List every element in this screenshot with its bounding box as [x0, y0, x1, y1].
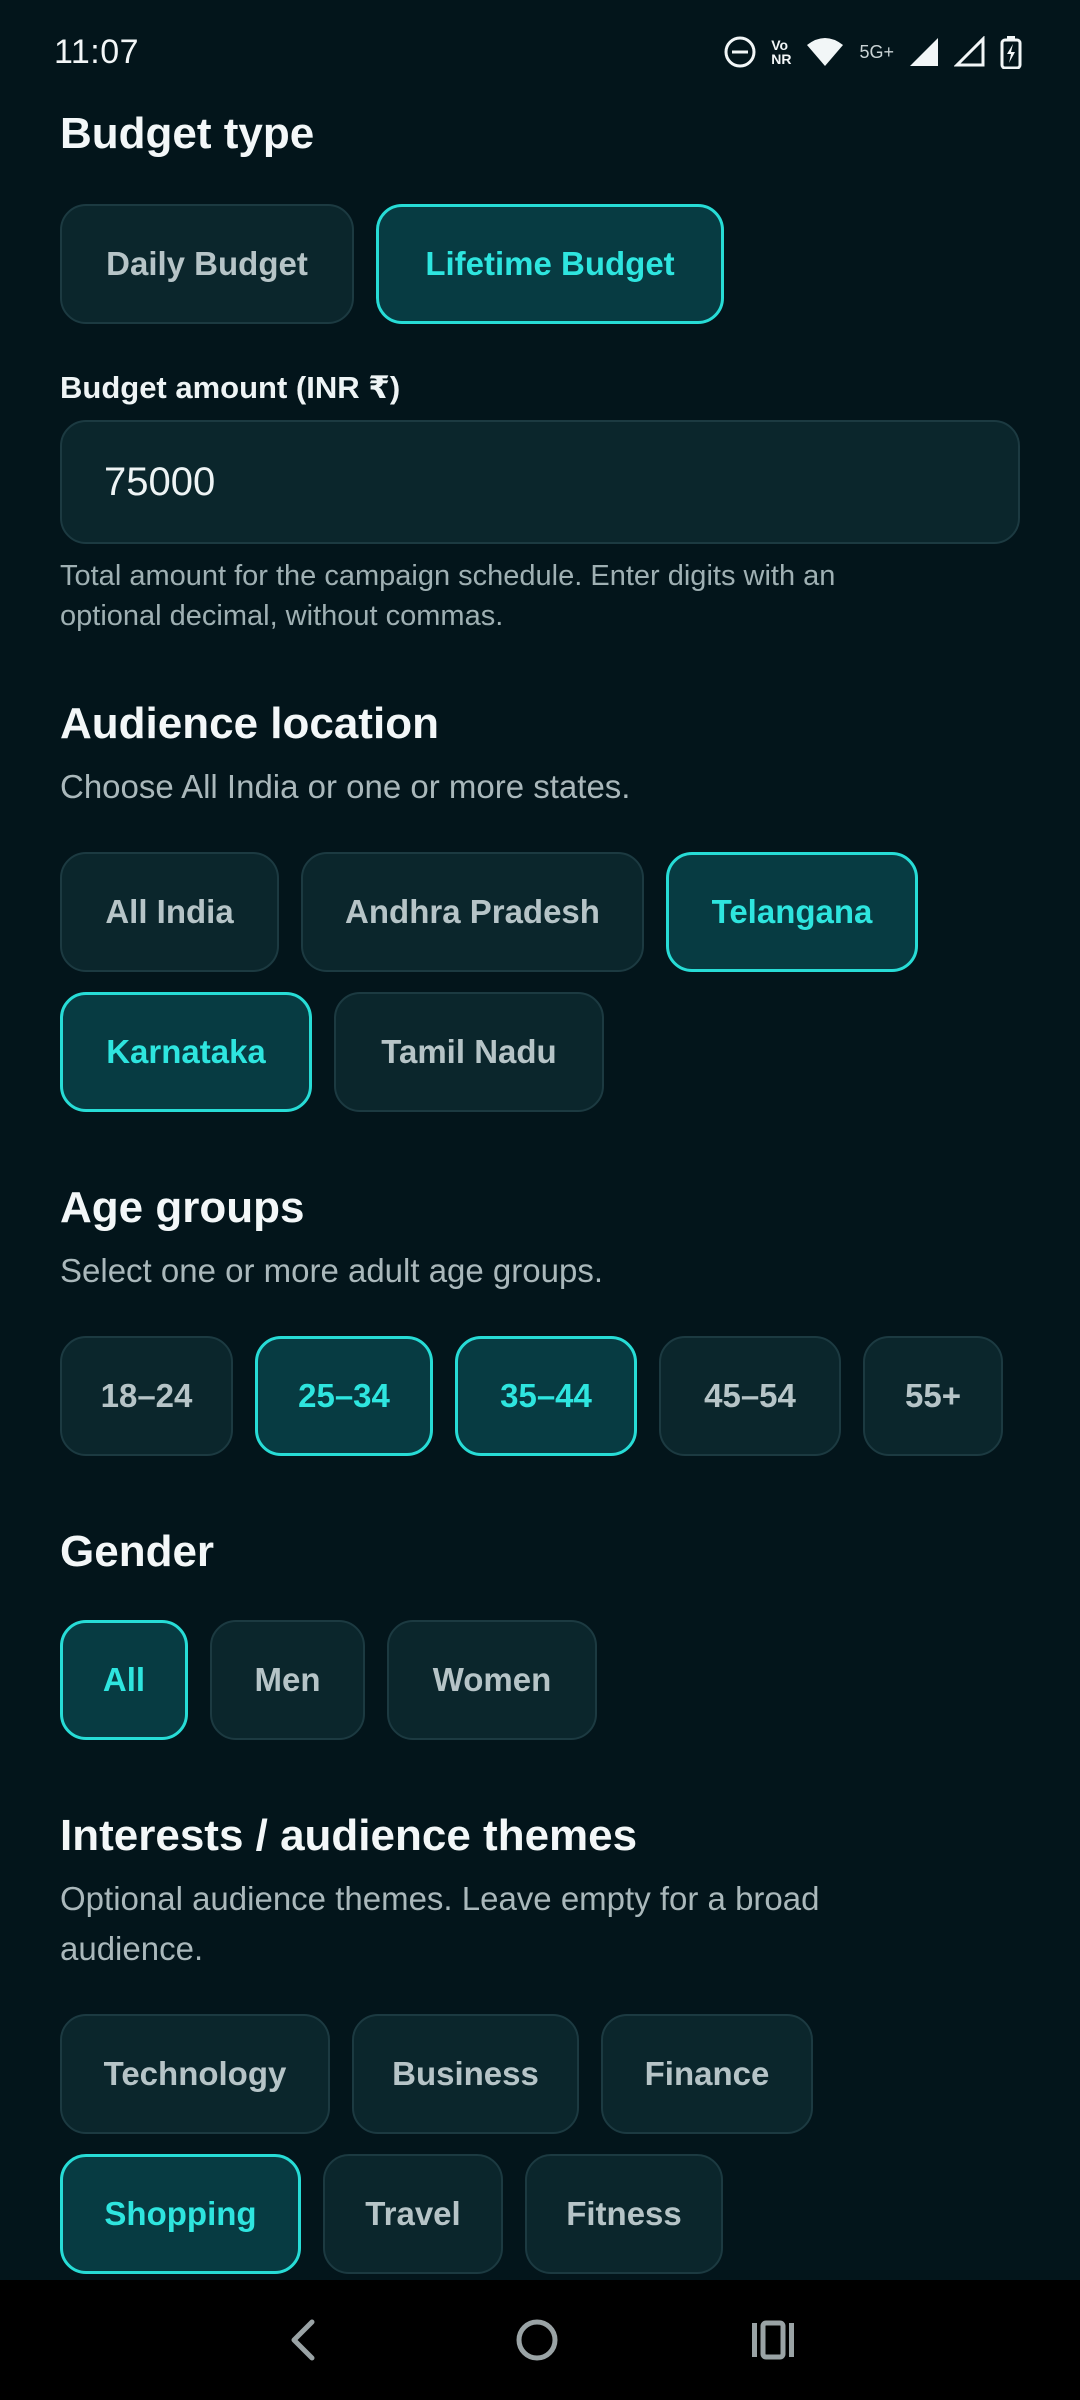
signal-icon-2 — [954, 36, 986, 68]
status-icons: Vo NR 5G+ — [723, 35, 1022, 69]
chip-gender-men[interactable]: Men — [210, 1620, 365, 1740]
age-group-options: 18–24 25–34 35–44 45–54 55+ — [60, 1336, 1020, 1456]
vonr-top-text: Vo — [771, 37, 789, 53]
interests-title: Interests / audience themes — [60, 1811, 638, 1860]
chip-interest-technology[interactable]: Technology — [60, 2014, 330, 2134]
budget-amount-helper-1: Total amount for the campaign schedule. … — [60, 560, 836, 592]
age-groups-title: Age groups — [60, 1183, 305, 1232]
budget-amount-input[interactable]: 75000 — [60, 420, 1020, 544]
do-not-disturb-icon — [723, 35, 757, 69]
chip-interest-business[interactable]: Business — [352, 2014, 579, 2134]
interests-helper-1: Optional audience themes. Leave empty fo… — [60, 1880, 820, 1917]
home-icon[interactable] — [514, 2317, 560, 2363]
chip-age-35-44[interactable]: 35–44 — [455, 1336, 637, 1456]
chip-daily-budget[interactable]: Daily Budget — [60, 204, 354, 324]
chip-gender-all[interactable]: All — [60, 1620, 188, 1740]
chip-tamil-nadu[interactable]: Tamil Nadu — [334, 992, 604, 1112]
wifi-icon — [805, 36, 845, 68]
vonr-bottom-text: NR — [771, 51, 792, 67]
chip-age-18-24[interactable]: 18–24 — [60, 1336, 233, 1456]
status-time: 11:07 — [54, 32, 140, 71]
chip-interest-shopping[interactable]: Shopping — [60, 2154, 301, 2274]
recent-apps-icon[interactable] — [750, 2319, 796, 2361]
chip-andhra-pradesh[interactable]: Andhra Pradesh — [301, 852, 644, 972]
interests-helper-2: audience. — [60, 1930, 204, 1967]
chip-all-india[interactable]: All India — [60, 852, 279, 972]
budget-amount-helper-2: optional decimal, without commas. — [60, 600, 504, 632]
chip-telangana[interactable]: Telangana — [666, 852, 918, 972]
vonr-indicator: Vo NR — [771, 38, 791, 66]
chip-karnataka[interactable]: Karnataka — [60, 992, 312, 1112]
budget-type-title: Budget type — [60, 109, 315, 158]
chip-age-45-54[interactable]: 45–54 — [659, 1336, 841, 1456]
targeting-form: Budget type Daily Budget Lifetime Budget… — [60, 104, 1020, 2274]
audience-location-title: Audience location — [60, 699, 439, 748]
chip-interest-travel[interactable]: Travel — [323, 2154, 503, 2274]
budget-amount-label: Budget amount (INR ₹) — [60, 370, 401, 405]
chip-interest-fitness[interactable]: Fitness — [525, 2154, 723, 2274]
signal-icon-1 — [908, 36, 940, 68]
chip-age-55-plus[interactable]: 55+ — [863, 1336, 1003, 1456]
location-options-row-2: Karnataka Tamil Nadu — [60, 992, 1020, 1112]
status-bar: 11:07 Vo NR 5G+ — [0, 0, 1080, 104]
interest-options-row-1: Technology Business Finance — [60, 2014, 1020, 2134]
audience-location-helper: Choose All India or one or more states. — [60, 768, 631, 805]
gender-title: Gender — [60, 1527, 215, 1576]
back-icon[interactable] — [284, 2316, 324, 2364]
chip-gender-women[interactable]: Women — [387, 1620, 597, 1740]
budget-type-options: Daily Budget Lifetime Budget — [60, 204, 1020, 324]
network-type: 5G+ — [859, 41, 894, 62]
chip-lifetime-budget[interactable]: Lifetime Budget — [376, 204, 724, 324]
location-options-row-1: All India Andhra Pradesh Telangana — [60, 852, 1020, 972]
gender-options: All Men Women — [60, 1620, 1020, 1740]
interest-options-row-2: Shopping Travel Fitness — [60, 2154, 1020, 2274]
battery-charging-icon — [1000, 35, 1022, 69]
chip-age-25-34[interactable]: 25–34 — [255, 1336, 433, 1456]
chip-interest-finance[interactable]: Finance — [601, 2014, 813, 2134]
system-navigation-bar — [0, 2280, 1080, 2400]
age-groups-helper: Select one or more adult age groups. — [60, 1252, 604, 1289]
